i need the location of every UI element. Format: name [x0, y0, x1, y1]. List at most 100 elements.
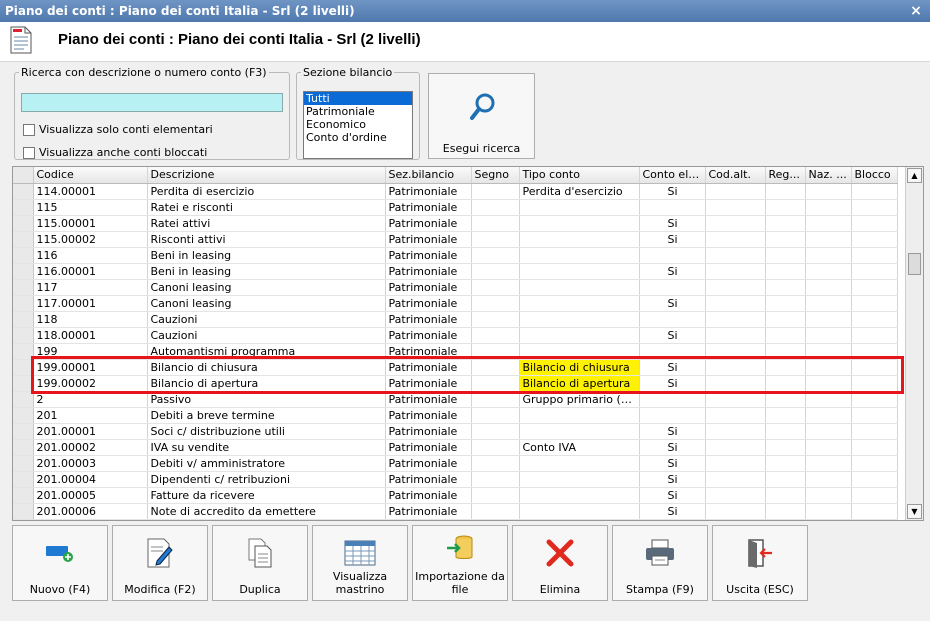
search-button[interactable]: Esegui ricerca	[428, 73, 535, 159]
sezione-listbox[interactable]: Tutti Patrimoniale Economico Conto d'ord…	[303, 91, 413, 159]
table-cell	[519, 247, 640, 264]
close-icon[interactable]: ×	[908, 0, 924, 22]
table-cell	[471, 295, 520, 312]
row-indicator[interactable]	[13, 263, 34, 280]
row-indicator[interactable]	[13, 391, 34, 408]
elimina-button[interactable]: Elimina	[512, 525, 608, 601]
row-indicator[interactable]	[13, 471, 34, 488]
only-elementary-row[interactable]: Visualizza solo conti elementari	[23, 123, 213, 136]
mastrino-button[interactable]: Visualizza mastrino	[312, 525, 408, 601]
edit-icon	[147, 538, 173, 568]
row-indicator[interactable]	[13, 295, 34, 312]
table-row[interactable]: 116.00001 Beni in leasing Patrimoniale Si	[13, 263, 898, 280]
accounts-grid[interactable]: Codice Descrizione Sez.bilancio Segno Ti…	[12, 166, 924, 521]
row-indicator[interactable]	[13, 423, 34, 440]
sezione-option[interactable]: Economico	[304, 118, 412, 131]
row-indicator[interactable]	[13, 487, 34, 504]
sezione-option[interactable]: Tutti	[304, 92, 412, 105]
search-input[interactable]	[21, 93, 283, 112]
uscita-button[interactable]: Uscita (ESC)	[712, 525, 808, 601]
row-indicator[interactable]	[13, 327, 34, 344]
table-row[interactable]: 201.00002 IVA su vendite Patrimoniale Conto…	[13, 439, 898, 456]
row-indicator[interactable]	[13, 215, 34, 232]
stampa-label: Stampa (F9)	[626, 583, 694, 596]
column-header[interactable]: Segno	[471, 167, 520, 184]
table-row[interactable]: 118.00001 Cauzioni Patrimoniale Si	[13, 327, 898, 344]
table-row[interactable]: 201.00005 Fatture da ricevere Patrimoniale…	[13, 487, 898, 504]
table-cell: Si	[639, 423, 706, 440]
row-indicator[interactable]	[13, 455, 34, 472]
table-row[interactable]: 199.00002 Bilancio di apertura Patrimonial…	[13, 375, 898, 392]
table-cell: Dipendenti c/ retribuzioni	[147, 471, 386, 488]
duplica-button[interactable]: Duplica	[212, 525, 308, 601]
row-indicator[interactable]	[13, 359, 34, 376]
row-indicator[interactable]	[13, 375, 34, 392]
row-indicator[interactable]	[13, 279, 34, 296]
table-cell	[765, 279, 806, 296]
row-indicator[interactable]	[13, 343, 34, 360]
table-row[interactable]: 201.00004 Dipendenti c/ retribuzioni Patri…	[13, 471, 898, 488]
column-header[interactable]: Tipo conto	[519, 167, 640, 184]
show-blocked-row[interactable]: Visualizza anche conti bloccati	[23, 146, 207, 159]
row-indicator[interactable]	[13, 311, 34, 328]
delete-x-icon	[546, 539, 574, 567]
column-header[interactable]: Conto elem.	[639, 167, 706, 184]
table-cell: Patrimoniale	[385, 423, 472, 440]
table-row[interactable]: 199.00001 Bilancio di chiusura Patrimonial…	[13, 359, 898, 376]
table-row[interactable]: 117.00001 Canoni leasing Patrimoniale Si	[13, 295, 898, 312]
table-row[interactable]: 115.00002 Risconti attivi Patrimoniale Si	[13, 231, 898, 248]
table-cell	[705, 455, 766, 472]
table-row[interactable]: 2 Passivo Patrimoniale Gruppo primario (att…	[13, 391, 898, 408]
only-elementary-checkbox[interactable]	[23, 123, 35, 136]
table-cell	[805, 263, 852, 280]
column-header[interactable]: Sez.bilancio	[385, 167, 472, 184]
table-cell: Si	[639, 487, 706, 504]
table-row[interactable]: 116 Beni in leasing Patrimoniale	[13, 247, 898, 264]
table-cell	[705, 263, 766, 280]
sezione-option[interactable]: Conto d'ordine	[304, 131, 412, 144]
table-row[interactable]: 114.00001 Perdita di esercizio Patrimonial…	[13, 183, 898, 200]
column-header[interactable]: Descrizione	[147, 167, 386, 184]
table-row[interactable]: 201.00001 Soci c/ distribuzione utili Patr…	[13, 423, 898, 440]
table-row[interactable]: 201.00006 Note di accredito da emettere Pa…	[13, 503, 898, 520]
scroll-up-icon[interactable]: ▲	[907, 168, 922, 183]
row-indicator[interactable]	[13, 503, 34, 520]
vertical-scrollbar[interactable]: ▲ ▼	[905, 167, 923, 520]
table-row[interactable]: 201 Debiti a breve termine Patrimoniale	[13, 407, 898, 424]
stampa-button[interactable]: Stampa (F9)	[612, 525, 708, 601]
sezione-option[interactable]: Patrimoniale	[304, 105, 412, 118]
table-cell	[705, 375, 766, 392]
row-indicator[interactable]	[13, 199, 34, 216]
table-row[interactable]: 199 Automantismi programma Patrimoniale	[13, 343, 898, 360]
column-header[interactable]: Codice	[33, 167, 148, 184]
show-blocked-checkbox[interactable]	[23, 146, 35, 159]
column-header[interactable]: Reg...	[765, 167, 806, 184]
table-row[interactable]: 201.00003 Debiti v/ amministratore Patrimo…	[13, 455, 898, 472]
column-header[interactable]: Naz. ...	[805, 167, 852, 184]
row-indicator[interactable]	[13, 407, 34, 424]
nuovo-button[interactable]: Nuovo (F4)	[12, 525, 108, 601]
row-indicator[interactable]	[13, 247, 34, 264]
table-row[interactable]: 115 Ratei e risconti Patrimoniale	[13, 199, 898, 216]
table-cell	[765, 503, 806, 520]
table-row[interactable]: 117 Canoni leasing Patrimoniale	[13, 279, 898, 296]
table-cell	[805, 359, 852, 376]
column-header[interactable]: Cod.alt.	[705, 167, 766, 184]
importazione-button[interactable]: Importazione da file	[412, 525, 508, 601]
row-indicator[interactable]	[13, 231, 34, 248]
scroll-down-icon[interactable]: ▼	[907, 504, 922, 519]
table-row[interactable]: 115.00001 Ratei attivi Patrimoniale Si	[13, 215, 898, 232]
column-header[interactable]: Blocco	[851, 167, 898, 184]
modifica-button[interactable]: Modifica (F2)	[112, 525, 208, 601]
uscita-label: Uscita (ESC)	[726, 583, 794, 596]
table-cell	[705, 199, 766, 216]
table-row[interactable]: 118 Cauzioni Patrimoniale	[13, 311, 898, 328]
elimina-label: Elimina	[539, 583, 581, 596]
table-cell: Beni in leasing	[147, 247, 386, 264]
table-cell: Patrimoniale	[385, 263, 472, 280]
table-cell: Bilancio di apertura	[519, 375, 640, 392]
scroll-thumb[interactable]	[908, 253, 921, 275]
row-indicator[interactable]	[13, 439, 34, 456]
table-cell: 201.00002	[33, 439, 148, 456]
row-indicator[interactable]	[13, 183, 34, 200]
